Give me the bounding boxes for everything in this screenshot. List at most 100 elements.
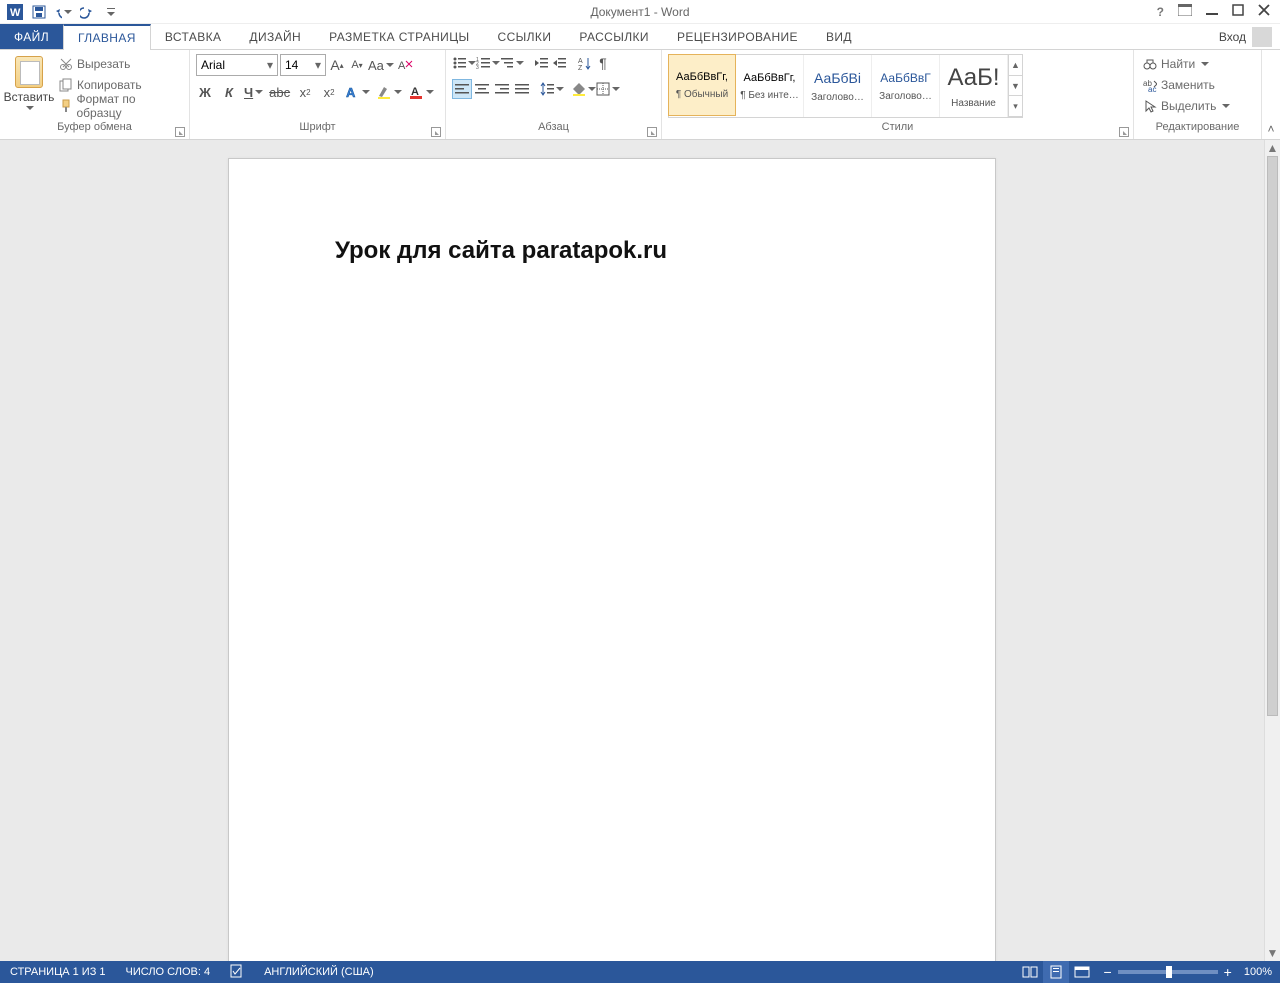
sort-button[interactable]: AZ bbox=[576, 54, 594, 72]
align-justify-button[interactable] bbox=[512, 79, 532, 99]
group-editing: Найти abac Заменить Выделить Редактирова… bbox=[1134, 50, 1262, 139]
collapse-ribbon-button[interactable]: ˄ bbox=[1262, 50, 1280, 139]
qat-customize-icon[interactable] bbox=[102, 3, 120, 21]
style-item-3[interactable]: АаБбВвГЗаголово… bbox=[872, 55, 940, 117]
select-button[interactable]: Выделить bbox=[1140, 96, 1233, 116]
format-painter-button[interactable]: Формат по образцу bbox=[56, 96, 183, 116]
sign-in[interactable]: Вход bbox=[1219, 24, 1280, 49]
highlight-button[interactable] bbox=[376, 83, 402, 101]
undo-icon[interactable] bbox=[54, 3, 72, 21]
superscript-button[interactable]: x2 bbox=[320, 83, 338, 101]
tab-mailings[interactable]: РАССЫЛКИ bbox=[565, 24, 663, 49]
strike-button[interactable]: abc bbox=[269, 83, 290, 101]
word-app-icon[interactable]: W bbox=[6, 3, 24, 21]
bullets-button[interactable] bbox=[452, 54, 476, 72]
grow-font-button[interactable]: A▴ bbox=[328, 56, 346, 74]
font-size-input[interactable] bbox=[281, 58, 311, 72]
vertical-scrollbar[interactable]: ▲ ▼ bbox=[1264, 140, 1280, 961]
text-effects-button[interactable]: A bbox=[344, 83, 370, 101]
tab-file[interactable]: ФАЙЛ bbox=[0, 24, 63, 49]
page[interactable]: Урок для сайта paratapok.ru bbox=[228, 158, 996, 961]
shrink-font-button[interactable]: A▾ bbox=[348, 56, 366, 74]
font-name-input[interactable] bbox=[197, 58, 263, 72]
maximize-icon[interactable] bbox=[1232, 4, 1244, 19]
styles-down-button[interactable]: ▼ bbox=[1009, 76, 1022, 97]
underline-button[interactable]: Ч bbox=[244, 83, 263, 101]
style-preview: АаБбВвГг, bbox=[676, 71, 728, 83]
zoom-label[interactable]: 100% bbox=[1244, 966, 1272, 978]
bold-button[interactable]: Ж bbox=[196, 83, 214, 101]
tab-design[interactable]: ДИЗАЙН bbox=[235, 24, 315, 49]
dialog-launcher-icon[interactable] bbox=[431, 127, 441, 137]
svg-text:ab: ab bbox=[1143, 79, 1152, 88]
numbering-button[interactable]: 123 bbox=[476, 54, 500, 72]
svg-text:W: W bbox=[10, 7, 21, 19]
show-marks-button[interactable]: ¶ bbox=[594, 54, 612, 72]
status-language[interactable]: АНГЛИЙСКИЙ (США) bbox=[254, 966, 384, 978]
dialog-launcher-icon[interactable] bbox=[647, 127, 657, 137]
chevron-down-icon[interactable]: ▾ bbox=[311, 58, 325, 72]
document-text[interactable]: Урок для сайта paratapok.ru bbox=[335, 237, 667, 264]
style-label: Заголово… bbox=[874, 91, 937, 102]
indent-inc-button[interactable] bbox=[550, 54, 568, 72]
help-icon[interactable]: ? bbox=[1157, 5, 1164, 19]
avatar-icon bbox=[1252, 27, 1272, 47]
zoom-thumb[interactable] bbox=[1166, 966, 1172, 978]
zoom-in-button[interactable]: + bbox=[1224, 964, 1232, 980]
tab-references[interactable]: ССЫЛКИ bbox=[484, 24, 566, 49]
style-item-4[interactable]: АаБ!Название bbox=[940, 55, 1008, 117]
tab-layout[interactable]: РАЗМЕТКА СТРАНИЦЫ bbox=[315, 24, 483, 49]
scroll-up-icon[interactable]: ▲ bbox=[1265, 140, 1280, 156]
font-name-combo[interactable]: ▾ bbox=[196, 54, 278, 76]
font-color-button[interactable]: A bbox=[408, 83, 434, 101]
group-label: Абзац bbox=[446, 121, 661, 139]
italic-button[interactable]: К bbox=[220, 83, 238, 101]
scrollbar-thumb[interactable] bbox=[1267, 156, 1278, 716]
tab-insert[interactable]: ВСТАВКА bbox=[151, 24, 236, 49]
subscript-button[interactable]: x2 bbox=[296, 83, 314, 101]
group-font: ▾ ▾ A▴ A▾ Aa A Ж К Ч abc x2 x2 A A Шрифт bbox=[190, 50, 446, 139]
paste-button[interactable]: Вставить bbox=[6, 54, 52, 110]
zoom-control: − + 100% bbox=[1095, 964, 1280, 980]
tab-view[interactable]: ВИД bbox=[812, 24, 866, 49]
font-size-combo[interactable]: ▾ bbox=[280, 54, 326, 76]
view-read-button[interactable] bbox=[1017, 961, 1043, 983]
status-words[interactable]: ЧИСЛО СЛОВ: 4 bbox=[116, 966, 221, 978]
align-center-button[interactable] bbox=[472, 79, 492, 99]
find-button[interactable]: Найти bbox=[1140, 54, 1233, 74]
styles-up-button[interactable]: ▲ bbox=[1009, 55, 1022, 76]
replace-button[interactable]: abac Заменить bbox=[1140, 75, 1233, 95]
change-case-button[interactable]: Aa bbox=[368, 56, 394, 74]
view-web-button[interactable] bbox=[1069, 961, 1095, 983]
tab-home[interactable]: ГЛАВНАЯ bbox=[63, 24, 151, 50]
save-icon[interactable] bbox=[30, 3, 48, 21]
status-page[interactable]: СТРАНИЦА 1 ИЗ 1 bbox=[0, 966, 116, 978]
tab-review[interactable]: РЕЦЕНЗИРОВАНИЕ bbox=[663, 24, 812, 49]
zoom-out-button[interactable]: − bbox=[1103, 964, 1111, 980]
zoom-slider[interactable] bbox=[1118, 970, 1218, 974]
view-print-button[interactable] bbox=[1043, 961, 1069, 983]
dialog-launcher-icon[interactable] bbox=[175, 127, 185, 137]
align-left-button[interactable] bbox=[452, 79, 472, 99]
borders-button[interactable] bbox=[596, 80, 620, 98]
style-preview: АаБбВвГг, bbox=[744, 72, 796, 84]
cut-button[interactable]: Вырезать bbox=[56, 54, 183, 74]
redo-icon[interactable] bbox=[78, 3, 96, 21]
minimize-icon[interactable] bbox=[1206, 4, 1218, 19]
chevron-down-icon[interactable]: ▾ bbox=[263, 58, 277, 72]
shading-button[interactable] bbox=[572, 80, 596, 98]
ribbon-display-icon[interactable] bbox=[1178, 4, 1192, 19]
clear-format-button[interactable]: A bbox=[396, 56, 414, 74]
multilevel-button[interactable] bbox=[500, 54, 524, 72]
style-item-0[interactable]: АаБбВвГг,¶ Обычный bbox=[668, 54, 736, 116]
style-item-2[interactable]: АаБбВіЗаголово… bbox=[804, 55, 872, 117]
dialog-launcher-icon[interactable] bbox=[1119, 127, 1129, 137]
close-icon[interactable] bbox=[1258, 4, 1270, 19]
scroll-down-icon[interactable]: ▼ bbox=[1265, 945, 1280, 961]
styles-more-button[interactable]: ▾ bbox=[1009, 96, 1022, 117]
style-item-1[interactable]: АаБбВвГг,¶ Без инте… bbox=[736, 55, 804, 117]
status-proofing[interactable] bbox=[220, 964, 254, 981]
indent-dec-button[interactable] bbox=[532, 54, 550, 72]
line-spacing-button[interactable] bbox=[540, 80, 564, 98]
align-right-button[interactable] bbox=[492, 79, 512, 99]
